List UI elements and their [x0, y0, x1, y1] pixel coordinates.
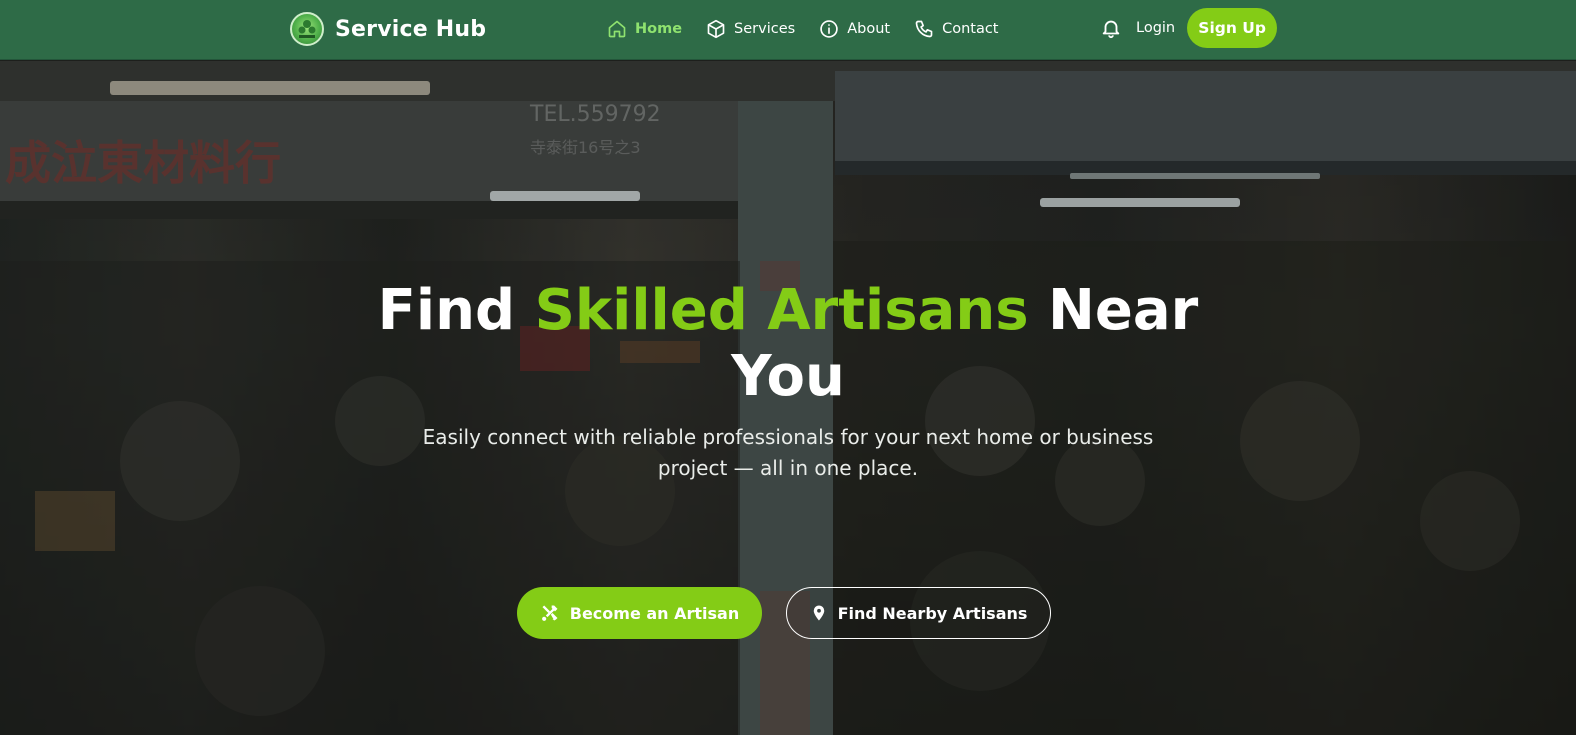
login-link[interactable]: Login	[1136, 20, 1175, 36]
signup-button[interactable]: Sign Up	[1187, 8, 1278, 48]
find-artisans-button[interactable]: Find Nearby Artisans	[786, 587, 1051, 639]
nav-about-label: About	[847, 21, 891, 37]
top-navbar: Service Hub Home Services About Contact	[0, 0, 1576, 60]
bell-icon[interactable]	[1100, 17, 1122, 39]
box-icon	[707, 19, 725, 39]
hero-title-part1: Find	[377, 278, 516, 343]
logo-icon	[290, 12, 324, 46]
nav-actions: Login Sign Up	[1100, 8, 1278, 48]
info-icon	[820, 20, 838, 38]
hero-title: Find Skilled Artisans Near You	[0, 278, 1576, 410]
hero-title-line2: You	[731, 344, 845, 409]
home-icon	[608, 20, 626, 38]
brand-name: Service Hub	[335, 16, 487, 42]
hero-subtitle: Easily connect with reliable professiona…	[422, 425, 1154, 480]
main-nav: Home Services About Contact	[607, 0, 999, 58]
phone-icon	[915, 20, 933, 38]
nav-about[interactable]: About	[819, 19, 890, 39]
nav-home-label: Home	[635, 21, 683, 37]
brand[interactable]: Service Hub	[290, 11, 486, 47]
hero-title-part2: Near	[1048, 278, 1199, 343]
become-artisan-label: Become an Artisan	[569, 603, 740, 623]
nav-contact[interactable]: Contact	[914, 19, 999, 39]
find-artisans-label: Find Nearby Artisans	[837, 603, 1028, 623]
map-pin-icon	[813, 605, 824, 621]
nav-home[interactable]: Home	[607, 19, 682, 39]
hero-title-accent: Skilled Artisans	[534, 278, 1029, 343]
hero-section: 成泣東材料行 TEL.559792 寺泰街16号之3 Find Skilled …	[0, 61, 1576, 735]
nav-contact-label: Contact	[942, 21, 999, 37]
nav-services[interactable]: Services	[706, 19, 795, 39]
nav-services-label: Services	[734, 21, 796, 37]
become-artisan-button[interactable]: Become an Artisan	[517, 587, 762, 639]
tools-icon	[541, 605, 558, 621]
